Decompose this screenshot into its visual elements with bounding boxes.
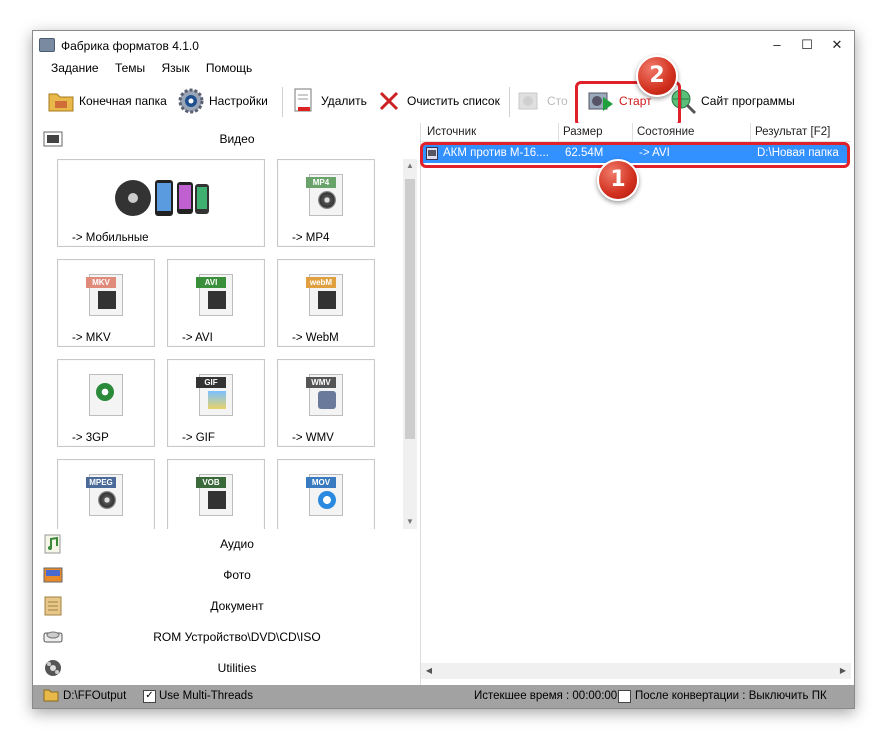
status-bar: D:\FFOutput ✓ Use Multi-Threads Истекшее… xyxy=(33,685,854,708)
wmv-file-icon: WMV xyxy=(306,374,343,416)
menu-help[interactable]: Помощь xyxy=(206,61,252,75)
avi-file-icon: AVI xyxy=(196,274,233,316)
folder-icon xyxy=(47,87,75,115)
column-size[interactable]: Размер xyxy=(563,126,603,138)
category-utilities[interactable]: Utilities xyxy=(37,654,417,682)
column-divider[interactable] xyxy=(632,123,633,141)
step-badge-1: 1 xyxy=(597,159,639,201)
maximize-button[interactable]: ☐ xyxy=(793,35,821,55)
mobile-devices-icon xyxy=(111,172,211,223)
app-icon xyxy=(39,38,55,52)
category-photo[interactable]: Фото xyxy=(37,561,417,589)
multithread-checkbox[interactable]: ✓ xyxy=(143,690,156,703)
tile-gif[interactable]: GIF -> GIF xyxy=(167,359,265,447)
tile-avi[interactable]: AVI -> AVI xyxy=(167,259,265,347)
scroll-thumb[interactable] xyxy=(405,179,415,439)
scroll-down-icon[interactable]: ▼ xyxy=(403,515,417,529)
stop-button[interactable]: Сто xyxy=(515,85,568,117)
menu-bar: Задание Темы Язык Помощь xyxy=(51,61,265,79)
delete-file-icon xyxy=(289,87,317,115)
settings-button[interactable]: Настройки xyxy=(177,85,268,117)
column-result[interactable]: Результат [F2] xyxy=(755,126,830,138)
column-divider[interactable] xyxy=(558,123,559,141)
app-window: Фабрика форматов 4.1.0 – ☐ ✕ Задание Тем… xyxy=(32,30,855,709)
menu-task[interactable]: Задание xyxy=(51,61,99,75)
video-grid-scrollbar[interactable]: ▲ ▼ xyxy=(403,159,417,529)
toolbar-separator xyxy=(509,87,510,117)
title-bar: Фабрика форматов 4.1.0 – ☐ ✕ xyxy=(33,31,854,59)
tile-webm[interactable]: webM -> WebM xyxy=(277,259,375,347)
scroll-up-icon[interactable]: ▲ xyxy=(403,159,417,173)
row-callout-highlight xyxy=(420,142,850,168)
folder-small-icon[interactable] xyxy=(43,688,59,705)
tile-mov[interactable]: MOV xyxy=(277,459,375,529)
task-list-header: Источник Размер Состояние Результат [F2] xyxy=(421,123,851,142)
gear-icon xyxy=(177,87,205,115)
delete-button[interactable]: Удалить xyxy=(289,85,367,117)
clear-list-button[interactable]: Очистить список xyxy=(375,85,500,117)
clear-x-icon xyxy=(375,87,403,115)
tile-vob[interactable]: VOB xyxy=(167,459,265,529)
column-state[interactable]: Состояние xyxy=(637,126,694,138)
menu-language[interactable]: Язык xyxy=(162,61,190,75)
output-folder-button[interactable]: Конечная папка xyxy=(47,85,167,117)
category-video[interactable]: Видео xyxy=(37,125,417,153)
gif-file-icon: GIF xyxy=(196,374,233,416)
toolbar-separator xyxy=(282,87,283,117)
menu-themes[interactable]: Темы xyxy=(115,61,145,75)
step-badge-2: 2 xyxy=(636,55,678,97)
video-format-grid: -> Мобильные MP4 -> MP4 MKV -> MKV AVI -… xyxy=(37,159,399,529)
conversion-categories-panel: Видео -> Мобильные MP4 -> MP4 MKV -> MKV… xyxy=(37,125,417,681)
tile-mkv[interactable]: MKV -> MKV xyxy=(57,259,155,347)
column-source[interactable]: Источник xyxy=(427,126,476,138)
toolbar: Конечная папка Настройки Удалить Очистит… xyxy=(33,81,854,121)
website-button[interactable]: Сайт программы xyxy=(669,85,795,117)
category-document[interactable]: Документ xyxy=(37,592,417,620)
close-button[interactable]: ✕ xyxy=(823,35,851,55)
scroll-right-icon[interactable]: ▶ xyxy=(835,663,851,679)
after-conversion-label: После конвертации : Выключить ПК xyxy=(635,690,827,702)
tile-mp4[interactable]: MP4 -> MP4 xyxy=(277,159,375,247)
after-conversion-checkbox[interactable] xyxy=(618,690,631,703)
mp4-file-icon: MP4 xyxy=(306,174,343,216)
column-divider[interactable] xyxy=(750,123,751,141)
category-audio[interactable]: Аудио xyxy=(37,530,417,558)
category-rom[interactable]: ROM Устройство\DVD\CD\ISO xyxy=(37,623,417,651)
webm-file-icon: webM xyxy=(306,274,343,316)
multithread-label: Use Multi-Threads xyxy=(159,690,253,702)
scroll-left-icon[interactable]: ◀ xyxy=(421,663,437,679)
elapsed-time: Истекшее время : 00:00:00 xyxy=(474,690,618,702)
tile-mpeg[interactable]: MPEG xyxy=(57,459,155,529)
minimize-button[interactable]: – xyxy=(763,35,791,55)
output-path[interactable]: D:\FFOutput xyxy=(63,690,126,702)
tile-mobile[interactable]: -> Мобильные xyxy=(57,159,265,247)
mkv-file-icon: MKV xyxy=(86,274,123,316)
task-list-hscrollbar[interactable]: ◀ ▶ xyxy=(421,663,851,679)
vob-file-icon: VOB xyxy=(196,474,233,516)
stop-icon xyxy=(515,87,543,115)
tile-wmv[interactable]: WMV -> WMV xyxy=(277,359,375,447)
tile-3gp[interactable]: -> 3GP xyxy=(57,359,155,447)
task-list-panel: Источник Размер Состояние Результат [F2]… xyxy=(420,123,851,685)
mov-file-icon: MOV xyxy=(306,474,343,516)
mpeg-file-icon: MPEG xyxy=(86,474,123,516)
window-title: Фабрика форматов 4.1.0 xyxy=(61,39,199,53)
3gp-file-icon xyxy=(89,374,123,416)
